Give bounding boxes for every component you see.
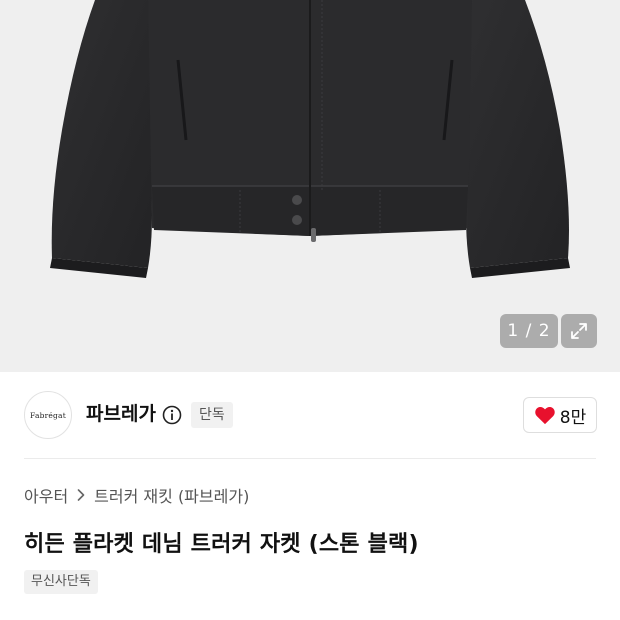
breadcrumb-subcategory[interactable]: 트러커 재킷 (파브레가) xyxy=(94,483,249,507)
like-count: 8만 xyxy=(559,407,587,428)
expand-icon xyxy=(571,323,587,339)
chevron-right-icon xyxy=(77,489,85,501)
exclusive-badge: 단독 xyxy=(191,402,233,428)
like-button[interactable]: 8만 xyxy=(523,397,597,433)
product-image-gallery[interactable]: 1 / 2 xyxy=(0,0,620,372)
brand-name[interactable]: 파브레가 xyxy=(86,401,156,427)
breadcrumb-category[interactable]: 아우터 xyxy=(24,483,68,507)
divider xyxy=(24,458,596,459)
brand-row: Fabrégat 파브레가 단독 8만 xyxy=(0,372,620,458)
image-counter: 1 / 2 xyxy=(500,314,558,348)
brand-logo[interactable]: Fabrégat xyxy=(24,391,72,439)
product-title: 히든 플라켓 데님 트러커 자켓 (스톤 블랙) xyxy=(24,532,419,557)
breadcrumb: 아우터 트러커 재킷 (파브레가) xyxy=(24,483,249,507)
heart-icon xyxy=(535,406,555,425)
info-icon[interactable] xyxy=(162,405,182,425)
exclusive-tag: 무신사단독 xyxy=(24,570,98,594)
expand-button[interactable] xyxy=(561,314,597,348)
brand-logo-text: Fabrégat xyxy=(30,410,66,420)
